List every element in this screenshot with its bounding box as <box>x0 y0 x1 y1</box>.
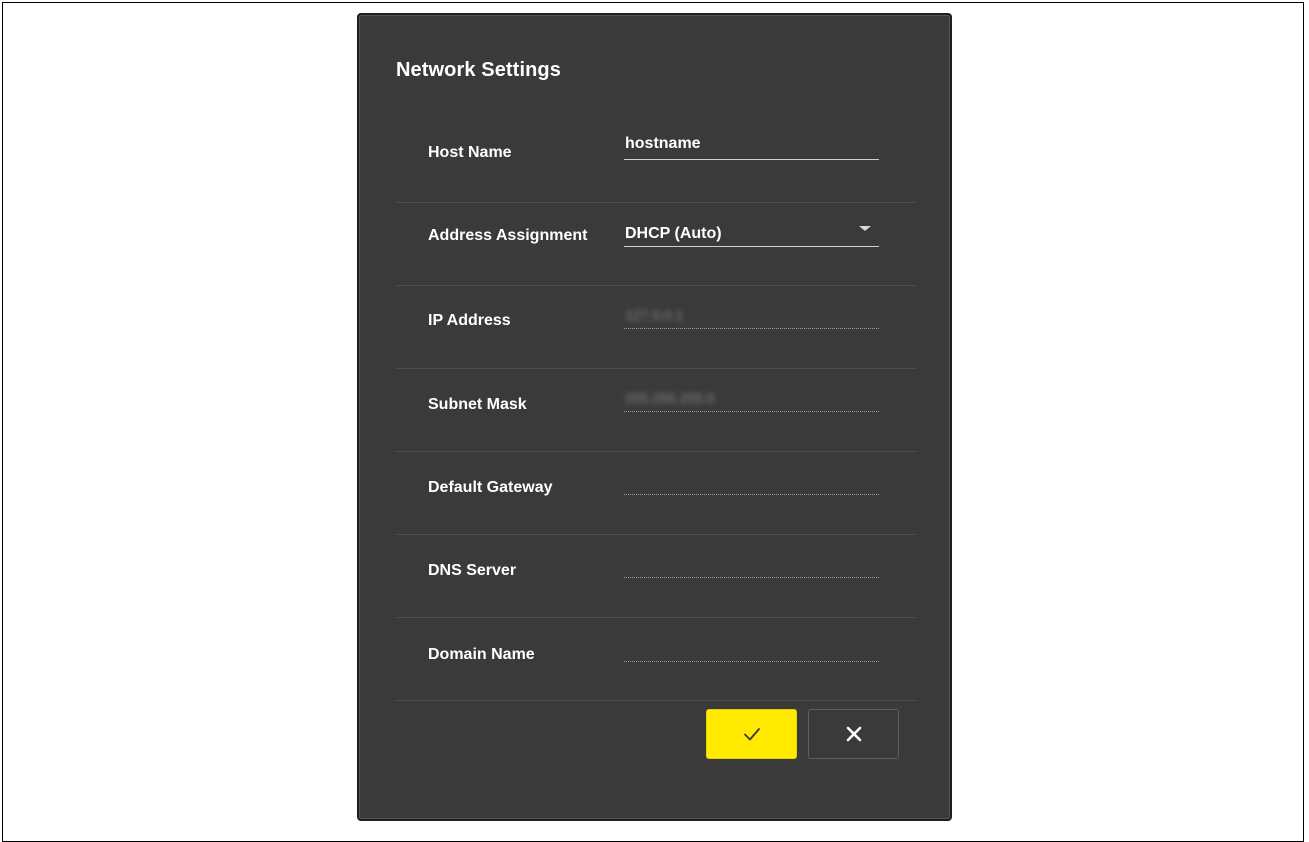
host-name-value: hostname <box>625 135 701 152</box>
row-subnet-mask: Subnet Mask 255.255.255.0 <box>395 368 917 452</box>
address-assignment-value: DHCP (Auto) <box>625 225 722 242</box>
host-name-label: Host Name <box>428 144 512 161</box>
row-dns-server: DNS Server <box>395 534 917 618</box>
check-icon <box>743 728 760 741</box>
confirm-button[interactable] <box>706 709 797 759</box>
default-gateway-input[interactable] <box>624 464 879 495</box>
row-address-assignment: Address Assignment DHCP (Auto) <box>395 202 917 286</box>
subnet-mask-value: 255.255.255.0 <box>625 390 715 406</box>
subnet-mask-label: Subnet Mask <box>428 396 527 413</box>
domain-name-label: Domain Name <box>428 646 535 663</box>
subnet-mask-input[interactable]: 255.255.255.0 <box>624 381 879 412</box>
row-default-gateway: Default Gateway <box>395 451 917 535</box>
default-gateway-label: Default Gateway <box>428 479 553 496</box>
row-domain-name: Domain Name <box>395 617 917 701</box>
dropdown-arrow-icon <box>859 226 871 231</box>
row-host-name: Host Name hostname <box>395 119 917 203</box>
host-name-input[interactable]: hostname <box>624 129 879 160</box>
ip-address-label: IP Address <box>428 312 511 329</box>
ip-address-value: 127.0.0.1 <box>625 307 684 323</box>
domain-name-input[interactable] <box>624 631 879 662</box>
dns-server-label: DNS Server <box>428 562 517 579</box>
row-ip-address: IP Address 127.0.0.1 <box>395 285 917 369</box>
address-assignment-select[interactable]: DHCP (Auto) <box>624 216 879 247</box>
address-assignment-label: Address Assignment <box>428 227 588 244</box>
ip-address-input[interactable]: 127.0.0.1 <box>624 298 879 329</box>
dns-server-input[interactable] <box>624 547 879 578</box>
close-icon <box>846 726 861 742</box>
cancel-button[interactable] <box>808 709 899 759</box>
network-settings-dialog: Network Settings Host Name hostname Addr… <box>357 13 952 821</box>
dialog-title: Network Settings <box>396 59 561 81</box>
